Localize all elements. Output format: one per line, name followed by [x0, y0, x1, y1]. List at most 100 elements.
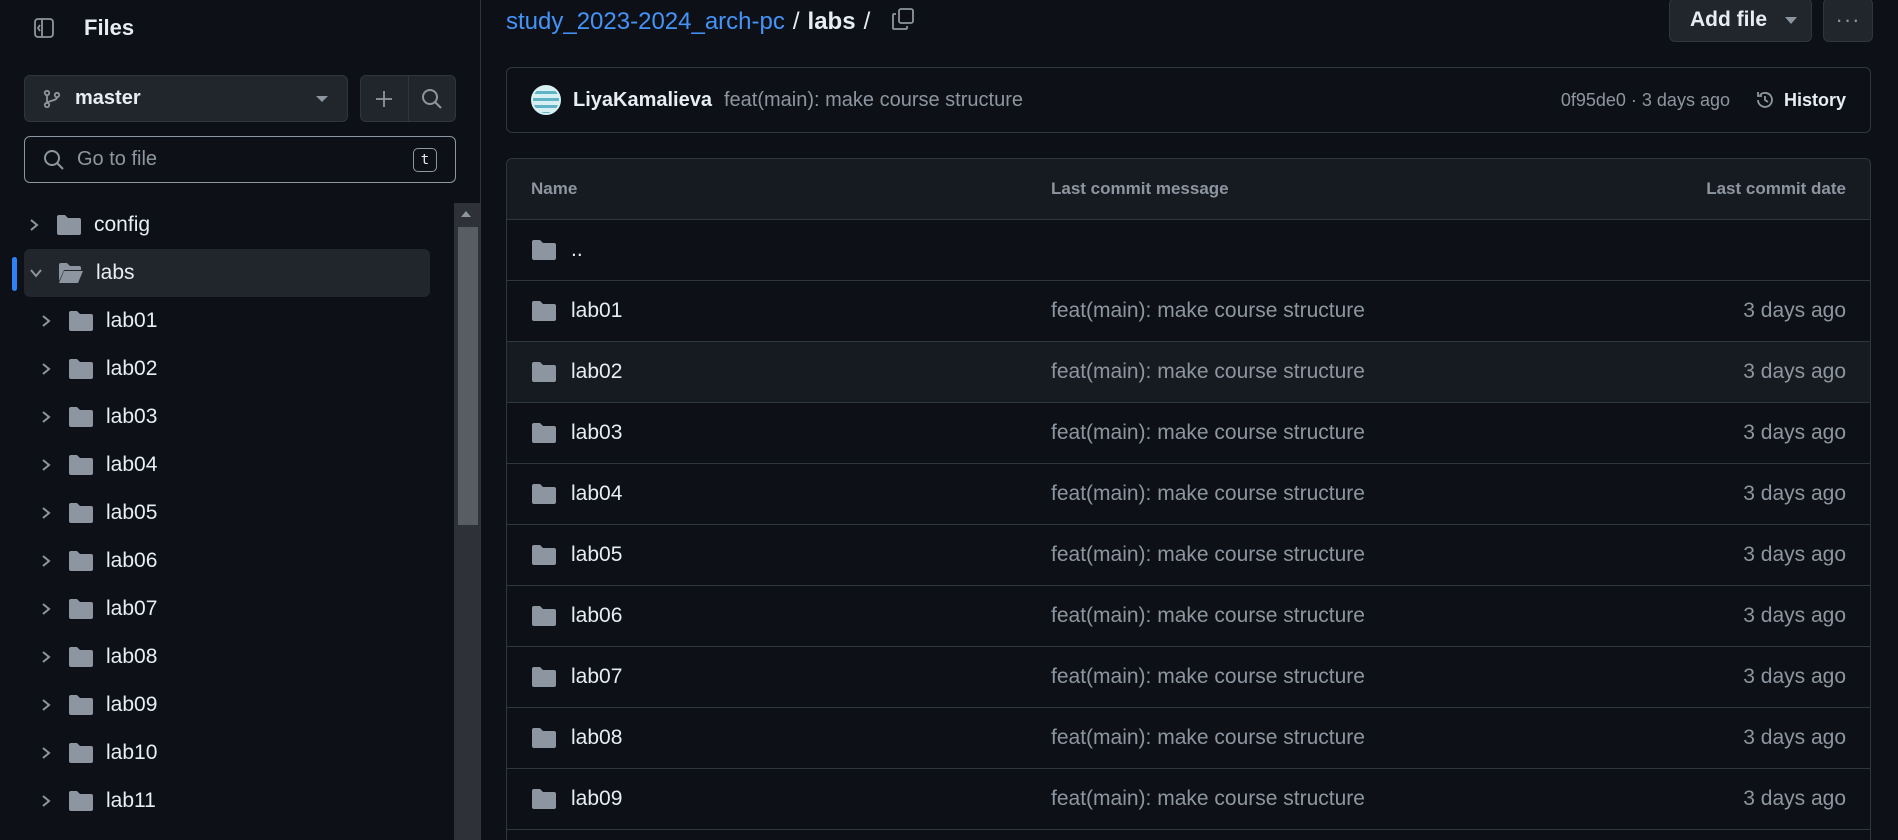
breadcrumb-repo-link[interactable]: study_2023-2024_arch-pc — [506, 8, 785, 36]
chevron-right-icon[interactable] — [36, 743, 56, 763]
commit-message[interactable]: feat(main): make course structure — [724, 89, 1561, 112]
table-row[interactable]: lab04 feat(main): make course structure 3 … — [507, 464, 1870, 525]
branch-name: master — [75, 87, 141, 109]
breadcrumb-separator: / — [792, 8, 800, 35]
commit-message-link[interactable]: feat(main): make course structure — [1051, 787, 1570, 811]
chevron-right-icon[interactable] — [36, 311, 56, 331]
sidebar-actions — [360, 75, 456, 122]
commit-message-link[interactable]: feat(main): make course structure — [1051, 482, 1570, 506]
more-options-button[interactable]: ··· — [1823, 0, 1873, 42]
file-name-link[interactable]: lab03 — [571, 421, 622, 445]
table-row[interactable]: lab09 feat(main): make course structure 3 … — [507, 769, 1870, 830]
commit-date: 3 days ago — [1743, 787, 1846, 810]
history-icon — [1757, 92, 1773, 108]
commit-message-link[interactable]: feat(main): make course structure — [1051, 299, 1570, 323]
scrollbar-thumb[interactable] — [458, 227, 478, 525]
file-name-link[interactable]: lab09 — [571, 787, 622, 811]
chevron-right-icon[interactable] — [36, 647, 56, 667]
chevron-down-icon — [1785, 16, 1797, 24]
chevron-right-icon[interactable] — [36, 359, 56, 379]
collapse-sidebar-button[interactable] — [24, 8, 64, 48]
table-row[interactable]: lab07 feat(main): make course structure 3 … — [507, 647, 1870, 708]
chevron-right-icon[interactable] — [36, 791, 56, 811]
scroll-up-arrow[interactable] — [461, 211, 471, 217]
file-tree-sidebar: Files master Go to file t config labs lab0… — [0, 0, 481, 840]
commit-message-link[interactable]: feat(main): make course structure — [1051, 543, 1570, 567]
copy-path-button[interactable] — [888, 2, 918, 36]
folder-icon — [68, 550, 94, 572]
tree-item-lab09[interactable]: lab09 — [0, 681, 452, 729]
tree-item-lab01[interactable]: lab01 — [0, 297, 452, 345]
tree-item-lab02[interactable]: lab02 — [0, 345, 452, 393]
chevron-down-icon[interactable] — [26, 263, 46, 283]
tree-item-lab10[interactable]: lab10 — [0, 729, 452, 777]
tree-item-lab08[interactable]: lab08 — [0, 633, 452, 681]
commit-meta[interactable]: 0f95de0 · 3 days ago — [1561, 90, 1730, 111]
folder-icon — [68, 646, 94, 668]
file-name-link[interactable]: lab05 — [571, 543, 622, 567]
folder-icon — [532, 301, 556, 321]
tree-item-lab06[interactable]: lab06 — [0, 537, 452, 585]
file-name-link[interactable]: lab06 — [571, 604, 622, 628]
col-message-header: Last commit message — [1051, 179, 1229, 198]
folder-icon — [532, 240, 556, 260]
table-row[interactable]: lab03 feat(main): make course structure 3 … — [507, 403, 1870, 464]
file-name-link[interactable]: lab01 — [571, 299, 622, 323]
tree-item-lab03[interactable]: lab03 — [0, 393, 452, 441]
sidebar-scrollbar[interactable] — [454, 203, 480, 840]
table-row[interactable]: lab05 feat(main): make course structure 3 … — [507, 525, 1870, 586]
tree-item-labs[interactable]: labs — [24, 249, 430, 297]
commit-message-link[interactable]: feat(main): make course structure — [1051, 604, 1570, 628]
copy-icon — [892, 8, 914, 30]
tree-item-lab04[interactable]: lab04 — [0, 441, 452, 489]
table-row[interactable]: lab02 feat(main): make course structure 3 … — [507, 342, 1870, 403]
chevron-right-icon[interactable] — [36, 407, 56, 427]
go-to-file-input[interactable]: Go to file t — [24, 136, 456, 183]
table-row[interactable]: lab08 feat(main): make course structure 3 … — [507, 708, 1870, 769]
add-file-dropdown[interactable]: Add file — [1669, 0, 1812, 42]
chevron-right-icon[interactable] — [36, 599, 56, 619]
table-row[interactable]: lab01 feat(main): make course structure 3 … — [507, 281, 1870, 342]
parent-directory-link[interactable]: .. — [571, 238, 583, 262]
tree-item-lab05[interactable]: lab05 — [0, 489, 452, 537]
file-name-link[interactable]: lab04 — [571, 482, 622, 506]
commit-date: 3 days ago — [1743, 665, 1846, 688]
file-name-link[interactable]: lab08 — [571, 726, 622, 750]
tree-item-config[interactable]: config — [0, 201, 452, 249]
tree-item-lab11[interactable]: lab11 — [0, 777, 452, 825]
avatar[interactable] — [531, 85, 561, 115]
commit-message-link[interactable]: feat(main): make course structure — [1051, 726, 1570, 750]
commit-message-link[interactable]: feat(main): make course structure — [1051, 421, 1570, 445]
chevron-right-icon[interactable] — [36, 503, 56, 523]
chevron-right-icon[interactable] — [36, 695, 56, 715]
tree-item-label: config — [94, 213, 151, 236]
tree-item-label: labs — [96, 261, 135, 284]
branch-selector[interactable]: master — [24, 75, 348, 122]
commit-date: 3 days ago — [1743, 726, 1846, 749]
commit-message-link[interactable]: feat(main): make course structure — [1051, 360, 1570, 384]
commit-author[interactable]: LiyaKamalieva — [573, 89, 712, 112]
folder-icon — [56, 214, 82, 236]
table-row[interactable]: lab06 feat(main): make course structure 3 … — [507, 586, 1870, 647]
file-name-link[interactable]: lab07 — [571, 665, 622, 689]
tree-item-lab07[interactable]: lab07 — [0, 585, 452, 633]
file-tree: config labs lab01 lab02 lab03 lab04 lab05 lab06… — [0, 201, 452, 825]
tree-item-label: lab03 — [106, 405, 158, 428]
commit-date: 3 days ago — [1743, 421, 1846, 444]
commit-date: 3 days ago — [1743, 482, 1846, 505]
breadcrumb: study_2023-2024_arch-pc / labs / — [506, 4, 878, 40]
commit-message-link[interactable]: feat(main): make course structure — [1051, 665, 1570, 689]
folder-icon — [68, 502, 94, 524]
history-button[interactable]: History — [1754, 89, 1846, 111]
chevron-right-icon[interactable] — [36, 551, 56, 571]
commit-date: 3 days ago — [1743, 604, 1846, 627]
chevron-right-icon[interactable] — [24, 215, 44, 235]
parent-directory-row[interactable]: .. — [507, 220, 1870, 281]
folder-icon — [68, 310, 94, 332]
breadcrumb-current: labs — [807, 8, 856, 35]
add-file-button[interactable] — [361, 76, 408, 121]
chevron-right-icon[interactable] — [36, 455, 56, 475]
folder-icon — [68, 598, 94, 620]
search-button[interactable] — [407, 76, 456, 121]
file-name-link[interactable]: lab02 — [571, 360, 622, 384]
